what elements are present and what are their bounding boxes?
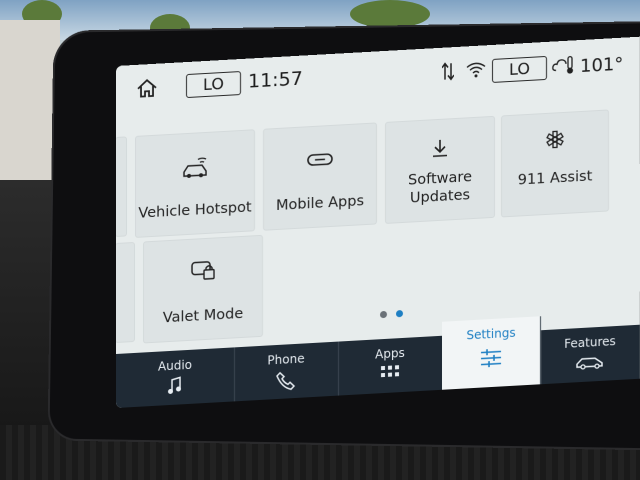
partial-tile xyxy=(116,137,126,236)
star-of-life-icon xyxy=(545,129,565,155)
tile-label: Valet Mode xyxy=(162,305,244,327)
tile-label: Software Updates xyxy=(408,169,472,207)
link-icon xyxy=(307,152,333,172)
tile-software-updates[interactable]: Software Updates xyxy=(386,116,494,223)
tile-valet-mode[interactable]: Valet Mode xyxy=(144,235,262,343)
car-wifi-icon xyxy=(180,157,210,186)
nav-tab-settings[interactable]: Settings xyxy=(442,316,541,396)
cloud-thermometer-icon xyxy=(552,54,578,79)
driver-climate-button[interactable]: LO xyxy=(186,71,241,99)
outside-temperature: 101° xyxy=(580,53,624,78)
nav-tab-audio[interactable]: Audio xyxy=(116,347,235,408)
partial-tile xyxy=(116,242,134,342)
tile-vehicle-hotspot[interactable]: Vehicle Hotspot xyxy=(136,130,254,237)
download-icon xyxy=(431,137,449,163)
tile-label: Mobile Apps xyxy=(275,193,365,215)
nav-tab-label: Phone xyxy=(267,351,305,368)
nav-tab-label: Settings xyxy=(466,325,516,343)
clock: 11:57 xyxy=(248,67,303,93)
sliders-icon xyxy=(480,348,502,370)
tile-label: Vehicle Hotspot xyxy=(138,199,252,222)
tree xyxy=(350,0,430,28)
car-icon xyxy=(575,355,605,374)
page-indicator-dot[interactable] xyxy=(380,310,387,319)
wifi-icon xyxy=(466,61,486,82)
apps-grid-icon xyxy=(380,364,400,386)
passenger-climate-button[interactable]: LO xyxy=(492,55,547,83)
tile-label: 911 Assist xyxy=(517,168,593,189)
nav-tab-label: Audio xyxy=(157,357,193,374)
music-note-icon xyxy=(167,376,183,398)
car-lock-icon xyxy=(190,258,216,286)
tile-911-assist[interactable]: 911 Assist xyxy=(502,110,608,217)
data-transfer-icon xyxy=(441,61,455,86)
infotainment-screen: LO 11:57 LO 101° Vehicle Hotspot Mobile … xyxy=(116,36,640,408)
page-indicator-dot-active[interactable] xyxy=(396,309,403,318)
phone-icon xyxy=(276,370,296,394)
home-icon[interactable] xyxy=(136,78,158,99)
nav-tab-label: Features xyxy=(564,334,616,351)
tile-mobile-apps[interactable]: Mobile Apps xyxy=(264,123,376,230)
nav-tab-label: Apps xyxy=(375,345,405,362)
